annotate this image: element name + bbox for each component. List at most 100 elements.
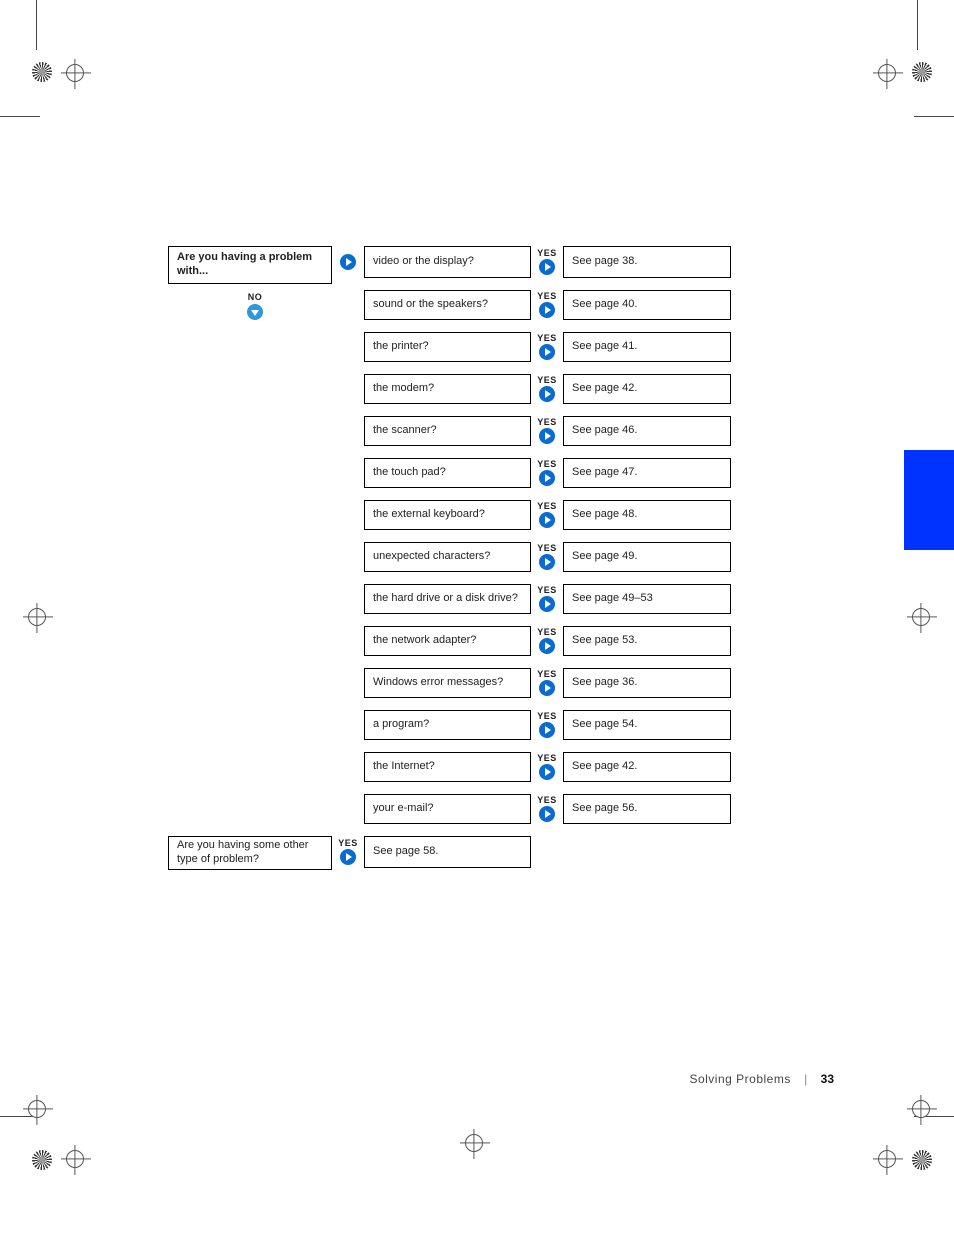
spacer	[168, 626, 332, 656]
yes-label: YES	[537, 712, 557, 721]
yes-col: YES	[335, 836, 361, 868]
problem-box: your e-mail?	[364, 794, 531, 824]
troubleshoot-flowchart: Are you having a problem with... video o…	[168, 246, 738, 880]
register-mark-icon	[66, 64, 84, 82]
yes-col: YES	[534, 668, 560, 698]
footer-page-number: 33	[821, 1072, 834, 1086]
intro-row: Are you having a problem with... video o…	[168, 246, 738, 278]
spacer-arrow-col	[335, 794, 361, 824]
answer-box: See page 41.	[563, 332, 731, 362]
yes-label: YES	[537, 670, 557, 679]
print-fan-icon	[32, 62, 52, 82]
intro-question-box: Are you having a problem with...	[168, 246, 332, 284]
problem-row: the Internet?YESSee page 42.	[168, 752, 738, 782]
problem-box: the printer?	[364, 332, 531, 362]
yes-label: YES	[537, 586, 557, 595]
problem-text: the scanner?	[373, 424, 437, 438]
problem-row: the modem? YESSee page 42.	[168, 374, 738, 404]
spacer	[168, 584, 332, 614]
spacer-arrow-col	[335, 332, 361, 362]
problem-row: the hard drive or a disk drive?YESSee pa…	[168, 584, 738, 614]
answer-box: See page 49.	[563, 542, 731, 572]
other-question-box: Are you having some other type of proble…	[168, 836, 332, 870]
yes-label: YES	[338, 839, 358, 848]
arrow-right-icon	[340, 254, 356, 270]
yes-col: YES	[534, 584, 560, 614]
page: Are you having a problem with... video o…	[0, 0, 954, 1235]
spacer	[168, 374, 332, 404]
register-mark-icon	[66, 1150, 84, 1168]
register-mark-icon	[878, 64, 896, 82]
arrow-right-icon	[539, 680, 555, 696]
problem-box: a program?	[364, 710, 531, 740]
arrow-right-icon	[539, 302, 555, 318]
spacer-arrow-col	[335, 626, 361, 656]
spacer-arrow-col	[335, 542, 361, 572]
spacer-arrow-col	[335, 290, 361, 320]
register-mark-icon	[28, 1100, 46, 1118]
problem-box: sound or the speakers?	[364, 290, 531, 320]
answer-text: See page 54.	[572, 718, 637, 732]
other-answer-text: See page 58.	[373, 845, 438, 859]
problem-text: video or the display?	[373, 255, 474, 269]
footer-separator: |	[804, 1072, 807, 1086]
yes-col: YES	[534, 246, 560, 278]
register-mark-icon	[465, 1134, 483, 1152]
problem-box: the scanner?	[364, 416, 531, 446]
answer-box: See page 49–53	[563, 584, 731, 614]
answer-box: See page 46.	[563, 416, 731, 446]
print-fan-icon	[912, 62, 932, 82]
arrow-right-icon	[539, 344, 555, 360]
yes-label: YES	[537, 754, 557, 763]
spacer-arrow-col	[335, 668, 361, 698]
spacer-arrow-col	[335, 458, 361, 488]
problem-text: Windows error messages?	[373, 676, 503, 690]
yes-col: YES	[534, 794, 560, 824]
spacer-arrow-col	[335, 584, 361, 614]
crop-line	[914, 116, 954, 117]
crop-line	[917, 0, 918, 50]
arrow-right-icon	[340, 849, 356, 865]
answer-text: See page 40.	[572, 298, 637, 312]
register-mark-icon	[912, 1100, 930, 1118]
yes-col: YES	[534, 542, 560, 572]
answer-box: See page 53.	[563, 626, 731, 656]
other-row: Are you having some other type of proble…	[168, 836, 738, 868]
answer-box: See page 40.	[563, 290, 731, 320]
spacer	[168, 542, 332, 572]
yes-col: YES	[534, 458, 560, 488]
answer-text: See page 49–53	[572, 592, 653, 606]
problem-row: your e-mail?YESSee page 56.	[168, 794, 738, 824]
problem-row: a program? YES See page 54.	[168, 710, 738, 740]
answer-text: See page 42.	[572, 760, 637, 774]
problem-text: the modem?	[373, 382, 434, 396]
spacer	[168, 752, 332, 782]
answer-text: See page 53.	[572, 634, 637, 648]
yes-label: YES	[537, 628, 557, 637]
register-mark-icon	[878, 1150, 896, 1168]
problem-row: the scanner?YESSee page 46.	[168, 416, 738, 446]
intro-arrow-col	[335, 246, 361, 278]
footer-section: Solving Problems	[689, 1072, 790, 1086]
problem-row: Windows error messages? YES See page 36.	[168, 668, 738, 698]
spacer	[168, 332, 332, 362]
answer-text: See page 36.	[572, 676, 637, 690]
answer-box: See page 42.	[563, 374, 731, 404]
problem-text: the touch pad?	[373, 466, 446, 480]
yes-col: YES	[534, 332, 560, 362]
problem-row: the external keyboard?YESSee page 48.	[168, 500, 738, 530]
answer-text: See page 48.	[572, 508, 637, 522]
problem-text: the printer?	[373, 340, 429, 354]
problem-box: the touch pad?	[364, 458, 531, 488]
problem-box: the external keyboard?	[364, 500, 531, 530]
problem-text: unexpected characters?	[373, 550, 490, 564]
arrow-right-icon	[539, 512, 555, 528]
yes-col: YES	[534, 374, 560, 404]
no-label: NO	[244, 293, 266, 302]
no-block: NO	[244, 293, 266, 321]
problem-text: sound or the speakers?	[373, 298, 488, 312]
answer-text: See page 47.	[572, 466, 637, 480]
problem-text: the external keyboard?	[373, 508, 485, 522]
yes-label: YES	[537, 292, 557, 301]
answer-box: See page 56.	[563, 794, 731, 824]
